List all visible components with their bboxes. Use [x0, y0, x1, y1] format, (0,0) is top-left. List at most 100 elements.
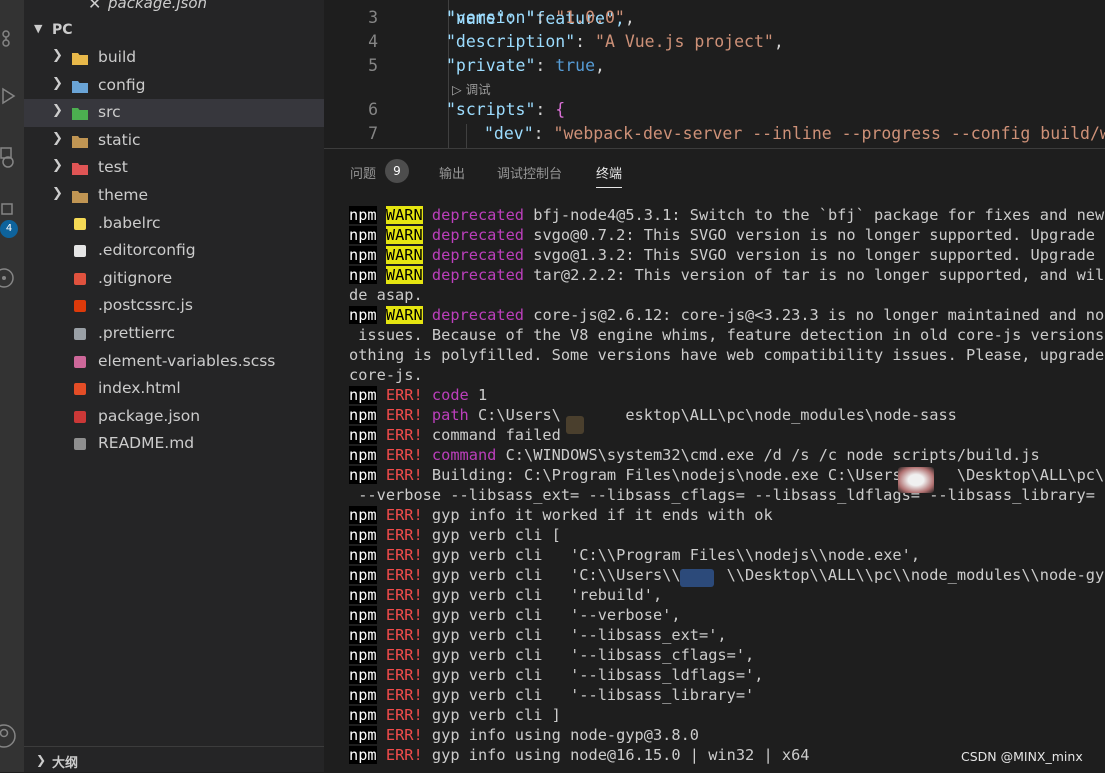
- sass-icon: [72, 354, 88, 368]
- terminal-line: npm WARN deprecated core-js@2.6.12: core…: [349, 305, 1105, 325]
- terminal-text: gyp verb cli 'C:\\Program Files\\nodejs\…: [431, 546, 921, 564]
- git-icon: [72, 271, 88, 285]
- tree-item-postcssrc-js[interactable]: .postcssrc.js: [24, 292, 324, 320]
- warn-tag: WARN: [385, 246, 423, 264]
- markdown-icon: [72, 436, 88, 451]
- problems-count-badge: 9: [385, 159, 409, 183]
- terminal-output[interactable]: npm WARN deprecated bfj-node4@5.3.1: Swi…: [349, 205, 1105, 765]
- err-tag: ERR!: [385, 466, 423, 484]
- json-value: {: [555, 100, 566, 119]
- editor-line: 3 "version": "1.0.0",: [324, 8, 1105, 32]
- tree-item-build[interactable]: ❯ build: [24, 44, 324, 72]
- folder-build-icon: [72, 50, 88, 65]
- terminal-text: deprecated tar@2.2.2: This version of ta…: [431, 266, 1105, 284]
- npm-prefix: npm: [349, 266, 377, 284]
- timeline-icon[interactable]: [0, 266, 20, 288]
- err-tag: ERR!: [385, 686, 423, 704]
- panel-tab-0[interactable]: 问题: [350, 163, 376, 182]
- npm-prefix: npm: [349, 446, 377, 464]
- code-text: "description": "A Vue.js project",: [446, 32, 784, 51]
- tree-item-label: src: [98, 103, 121, 122]
- tree-item-src[interactable]: ❯ src: [24, 99, 324, 127]
- npm-prefix: npm: [349, 646, 377, 664]
- terminal-line: npm ERR! gyp verb cli ]: [349, 705, 1105, 725]
- err-tag: ERR!: [385, 446, 423, 464]
- folder-icon: [72, 133, 88, 148]
- err-tag: ERR!: [385, 646, 423, 664]
- tree-item-label: .babelrc: [98, 213, 161, 232]
- workspace-folder-header[interactable]: ▼ PC: [24, 19, 324, 41]
- json-value: "A Vue.js project": [595, 32, 774, 51]
- panel-tab-3[interactable]: 终端: [596, 163, 623, 188]
- punctuation: :: [535, 100, 556, 119]
- redaction-blur: [680, 569, 714, 587]
- chevron-right-icon: ❯: [36, 753, 47, 767]
- tree-item-package-json[interactable]: package.json: [24, 403, 324, 431]
- terminal-line: npm ERR! gyp verb cli '--libsass_ldflags…: [349, 665, 1105, 685]
- extensions-icon[interactable]: [0, 202, 20, 222]
- code-text: "private": true,: [446, 56, 605, 75]
- tree-item-editorconfig[interactable]: .editorconfig: [24, 237, 324, 265]
- account-icon[interactable]: [0, 724, 20, 748]
- tree-item-static[interactable]: ❯ static: [24, 127, 324, 155]
- tree-item-label: element-variables.scss: [98, 351, 276, 370]
- watermark: CSDN @MINX_minx: [961, 749, 1083, 764]
- terminal-text: deprecated svgo@1.3.2: This SVGO version…: [431, 246, 1105, 264]
- tree-item-config[interactable]: ❯ config: [24, 72, 324, 100]
- terminal-line: npm ERR! gyp info using node-gyp@3.8.0: [349, 725, 1105, 745]
- remote-explorer-icon[interactable]: [0, 146, 20, 168]
- err-tag: ERR!: [385, 426, 423, 444]
- tree-item-element-variables-scss[interactable]: element-variables.scss: [24, 348, 324, 376]
- prettier-icon: [72, 326, 88, 340]
- punctuation: ,: [773, 32, 784, 51]
- warn-tag: WARN: [385, 206, 423, 224]
- indent-guide-inner: [466, 124, 467, 148]
- terminal-text: gyp verb cli '--libsass_library=': [431, 686, 755, 704]
- code-editor[interactable]: "name": "feature", 3 "version": "1.0.0", 4…: [324, 0, 1105, 148]
- punctuation: :: [575, 32, 596, 51]
- terminal-text: gyp verb cli 'C:\\Users\\ \\Desktop\\ALL…: [431, 566, 1105, 584]
- err-tag: ERR!: [385, 386, 423, 404]
- npm-prefix: npm: [349, 626, 377, 644]
- tree-item-test[interactable]: ❯ test: [24, 154, 324, 182]
- tree-item-label: .gitignore: [98, 268, 173, 287]
- json-key: "scripts": [446, 100, 536, 119]
- terminal-line: npm ERR! gyp verb cli 'C:\\Program Files…: [349, 545, 1105, 565]
- npm-prefix: npm: [349, 206, 377, 224]
- editorconfig-icon: [72, 243, 88, 258]
- play-icon: ▷: [452, 82, 462, 97]
- punctuation: ,: [624, 8, 635, 27]
- line-number: 4: [368, 32, 378, 51]
- editor-line: 4 "description": "A Vue.js project",: [324, 32, 1105, 56]
- terminal-line: npm ERR! gyp verb cli '--libsass_cflags=…: [349, 645, 1105, 665]
- tree-item-babelrc[interactable]: .babelrc: [24, 210, 324, 238]
- terminal-text: gyp verb cli '--libsass_ext=',: [431, 626, 727, 644]
- err-tag: ERR!: [385, 726, 423, 744]
- tree-item-readme-md[interactable]: README.md: [24, 430, 324, 458]
- folder-icon: [72, 188, 88, 203]
- terminal-text: code 1: [431, 386, 488, 404]
- terminal-line: --verbose --libsass_ext= --libsass_cflag…: [349, 485, 1105, 505]
- workspace-folder-label: PC: [52, 22, 73, 38]
- npm-prefix: npm: [349, 226, 377, 244]
- tree-item-label: .prettierrc: [98, 323, 175, 342]
- close-icon[interactable]: ✕: [88, 0, 101, 13]
- run-debug-icon[interactable]: [0, 86, 20, 106]
- tree-item-prettierrc[interactable]: .prettierrc: [24, 320, 324, 348]
- source-control-icon[interactable]: [0, 28, 20, 48]
- panel-tab-2[interactable]: 调试控制台: [497, 163, 562, 182]
- outline-section-header[interactable]: ❯ 大纲: [24, 746, 324, 773]
- terminal-text: command failed: [431, 426, 561, 444]
- tree-item-label: static: [98, 130, 141, 149]
- tree-item-gitignore[interactable]: .gitignore: [24, 265, 324, 293]
- debug-codelens[interactable]: ▷ 调试: [452, 79, 491, 98]
- panel-tab-1[interactable]: 输出: [439, 163, 465, 182]
- open-editor-label: package.json: [108, 0, 208, 12]
- editor-line: 7 "dev": "webpack-dev-server --inline --p…: [324, 124, 1105, 148]
- open-editor-item[interactable]: ✕ package.json: [24, 0, 324, 16]
- tree-item-index-html[interactable]: index.html: [24, 375, 324, 403]
- tree-item-theme[interactable]: ❯ theme: [24, 182, 324, 210]
- npm-prefix: npm: [349, 426, 377, 444]
- postcss-icon: [72, 298, 88, 313]
- babel-icon: [72, 216, 88, 230]
